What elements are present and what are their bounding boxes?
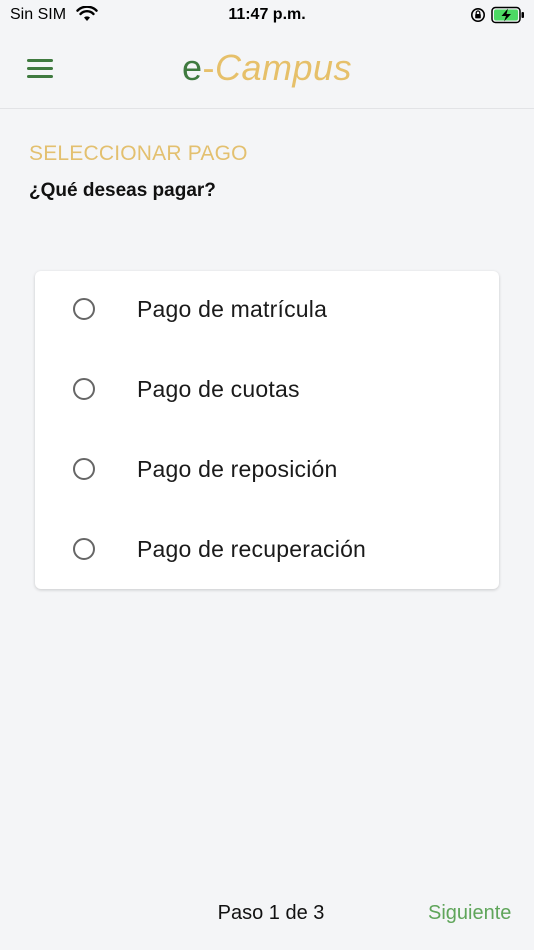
next-button[interactable]: Siguiente — [428, 902, 511, 925]
radio-button[interactable] — [73, 458, 95, 480]
brand-dash: - — [202, 47, 215, 88]
battery-charging-icon — [491, 6, 524, 24]
question-text: ¿Qué deseas pagar? — [29, 180, 216, 201]
option-label: Pago de matrícula — [137, 296, 328, 322]
option-pago-matricula[interactable]: Pago de matrícula — [35, 271, 499, 351]
option-pago-reposicion[interactable]: Pago de reposición — [35, 431, 499, 511]
section-title: SELECCIONAR PAGO — [29, 142, 248, 165]
status-bar: Sin SIM 11:47 p.m. — [0, 0, 534, 32]
radio-button[interactable] — [73, 378, 95, 400]
option-pago-cuotas[interactable]: Pago de cuotas — [35, 351, 499, 431]
option-label: Pago de cuotas — [137, 376, 300, 402]
brand-prefix: e — [181, 47, 203, 88]
status-time: 11:47 p.m. — [228, 6, 306, 23]
brand-logo: e-Campus — [0, 46, 534, 90]
payment-options-card: Pago de matrícula Pago de cuotas Pago de… — [35, 271, 499, 589]
app-header: e-Campus — [0, 32, 534, 109]
radio-button[interactable] — [73, 298, 95, 320]
rotation-lock-icon — [471, 8, 485, 22]
brand-name: Campus — [214, 47, 353, 88]
option-pago-recuperacion[interactable]: Pago de recuperación — [35, 511, 499, 591]
radio-button[interactable] — [73, 538, 95, 560]
option-label: Pago de recuperación — [137, 536, 367, 562]
option-label: Pago de reposición — [137, 456, 338, 482]
